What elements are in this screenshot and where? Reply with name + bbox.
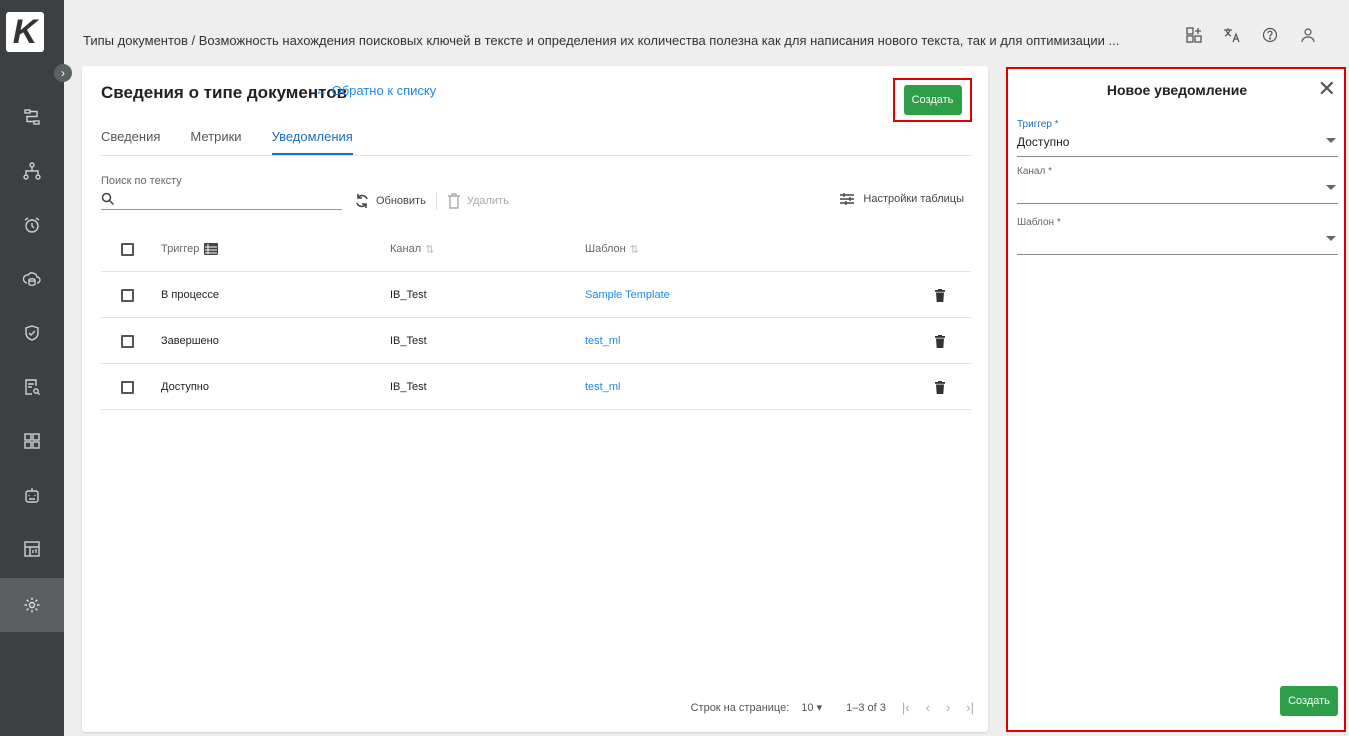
prev-page-icon[interactable]: ‹ (926, 700, 930, 715)
tab-info[interactable]: Сведения (101, 118, 160, 155)
rows-per-page-select[interactable]: 10 ▾ (801, 701, 822, 714)
sort-icon: ⇅ (629, 243, 639, 256)
delete-row-button[interactable] (935, 318, 945, 364)
robot-icon[interactable] (0, 468, 64, 522)
tabs: Сведения Метрики Уведомления (101, 118, 383, 155)
first-page-icon[interactable]: |‹ (902, 700, 910, 715)
trigger-cell: Доступно (161, 381, 210, 393)
hierarchy-icon[interactable] (0, 144, 64, 198)
trash-icon (935, 380, 945, 394)
delete-button[interactable]: Удалить (447, 193, 509, 209)
trash-icon (935, 288, 945, 302)
breadcrumb[interactable]: Типы документов / Возможность нахождения… (83, 33, 1119, 48)
apps-icon[interactable] (1183, 24, 1205, 46)
shield-check-icon[interactable] (0, 306, 64, 360)
app-logo[interactable]: K (6, 12, 44, 52)
panel-title: Новое уведомление (1106, 82, 1248, 98)
sort-icon: ⇅ (425, 243, 435, 256)
dashboard-icon[interactable] (0, 414, 64, 468)
chevron-down-icon (1326, 138, 1336, 143)
row-checkbox[interactable] (121, 288, 134, 302)
row-checkbox[interactable] (121, 380, 134, 394)
column-channel[interactable]: Канал ⇅ (390, 226, 434, 272)
chevron-down-icon (1326, 185, 1336, 190)
page-title: Сведения о типе документов (101, 83, 348, 102)
trash-icon (447, 193, 460, 209)
sliders-icon (840, 193, 855, 205)
table-icon (204, 243, 219, 255)
template-select[interactable]: Шаблон * (1017, 217, 1338, 255)
flow-icon[interactable] (0, 90, 64, 144)
tabs-divider (101, 155, 971, 156)
pagination: Строк на странице: 10 ▾ 1–3 of 3 |‹ ‹ › … (691, 700, 974, 715)
page-range: 1–3 of 3 (846, 701, 886, 714)
rows-per-page-label: Строк на странице: (690, 701, 790, 714)
template-link[interactable]: test_ml (585, 318, 620, 364)
document-search-icon[interactable] (0, 360, 64, 414)
channel-cell: IB_Test (390, 381, 427, 393)
channel-select[interactable]: Канал * (1017, 166, 1338, 204)
table-settings-button[interactable]: Настройки таблицы (839, 192, 964, 206)
trigger-label: Триггер * (1017, 119, 1059, 130)
sidebar: K (0, 0, 64, 736)
close-icon[interactable]: ✕ (1318, 76, 1336, 102)
template-link[interactable]: Sample Template (585, 272, 670, 318)
trigger-value: Доступно (1017, 135, 1070, 149)
table-settings-label: Настройки таблицы (863, 193, 964, 205)
trigger-select[interactable]: Триггер * Доступно (1017, 119, 1338, 157)
delete-row-button[interactable] (935, 272, 945, 318)
top-bar: Типы документов / Возможность нахождения… (64, 0, 1349, 66)
template-label: Шаблон * (1017, 217, 1061, 228)
user-icon[interactable] (1297, 24, 1319, 46)
toolbar-divider (435, 192, 437, 210)
table-row[interactable]: Завершено IB_Test test_ml (101, 318, 971, 364)
help-icon[interactable] (1259, 24, 1281, 46)
document-type-card: Сведения о типе документов ← Обратно к с… (82, 66, 988, 732)
panel-create-button[interactable]: Создать (1280, 686, 1338, 716)
tab-notifications[interactable]: Уведомления (271, 118, 353, 155)
back-to-list-link[interactable]: ← Обратно к списку (315, 83, 436, 98)
delete-row-button[interactable] (935, 364, 945, 410)
search-input[interactable] (101, 190, 342, 210)
table-toolbar: Обновить Удалить (354, 192, 509, 210)
select-all-checkbox[interactable] (121, 242, 134, 256)
last-page-icon[interactable]: ›| (966, 700, 974, 715)
gear-icon[interactable] (0, 578, 64, 632)
next-page-icon[interactable]: › (946, 700, 950, 715)
search-icon (101, 192, 115, 206)
column-trigger[interactable]: Триггер (161, 226, 219, 272)
trigger-cell: В процессе (161, 289, 219, 301)
channel-label: Канал * (1017, 166, 1052, 177)
channel-cell: IB_Test (390, 289, 427, 301)
search-label: Поиск по тексту (101, 175, 182, 187)
tab-metrics[interactable]: Метрики (190, 118, 241, 155)
sidebar-collapse-button[interactable]: › (54, 64, 72, 82)
refresh-button[interactable]: Обновить (354, 193, 426, 209)
table-header: Триггер Канал ⇅ Шаблон ⇅ (101, 226, 971, 272)
refresh-label: Обновить (376, 195, 426, 207)
channel-cell: IB_Test (390, 335, 427, 347)
create-button[interactable]: Создать (903, 85, 962, 115)
calendar-chart-icon[interactable] (0, 522, 64, 576)
refresh-icon (356, 194, 368, 208)
table-row[interactable]: Доступно IB_Test test_ml (101, 364, 971, 410)
trash-icon (935, 334, 945, 348)
trigger-cell: Завершено (161, 335, 219, 347)
table-row[interactable]: В процессе IB_Test Sample Template (101, 272, 971, 318)
delete-label: Удалить (466, 195, 509, 207)
row-checkbox[interactable] (121, 334, 134, 348)
translate-icon[interactable] (1221, 24, 1243, 46)
alarm-icon[interactable] (0, 198, 64, 252)
notifications-table: Триггер Канал ⇅ Шаблон ⇅ В процессе IB_Tes… (101, 226, 971, 410)
new-notification-panel: Новое уведомление ✕ Триггер * Доступно К… (1006, 67, 1346, 732)
cloud-database-icon[interactable] (0, 252, 64, 306)
template-link[interactable]: test_ml (585, 364, 620, 410)
chevron-down-icon (1326, 236, 1336, 241)
column-template[interactable]: Шаблон ⇅ (585, 226, 639, 272)
create-button-highlight: Создать (893, 78, 972, 122)
